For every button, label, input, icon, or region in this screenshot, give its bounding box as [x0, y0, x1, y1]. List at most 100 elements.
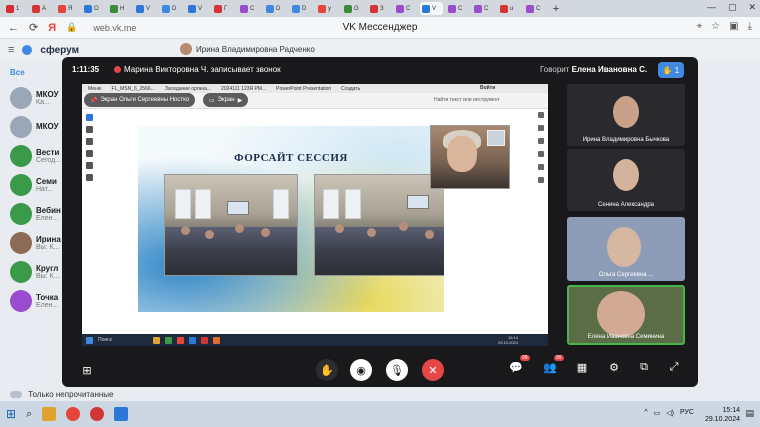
pen-icon[interactable]: [86, 138, 93, 145]
photo-person: [425, 230, 434, 239]
location-icon[interactable]: ⌖: [697, 21, 703, 32]
photo-person: [205, 230, 214, 239]
browser-tab[interactable]: Я: [56, 2, 79, 15]
hand-icon: ✋: [662, 65, 673, 75]
tool-icon[interactable]: [538, 138, 544, 144]
tool-icon[interactable]: [538, 164, 544, 170]
filter-tab-all[interactable]: Все: [0, 61, 70, 83]
cursor-icon[interactable]: [86, 114, 93, 121]
volume-icon[interactable]: ◁): [666, 409, 674, 417]
fullscreen-icon[interactable]: ⤢: [666, 359, 682, 375]
extensions-icon[interactable]: ▣: [729, 21, 738, 32]
maximize-icon[interactable]: ▢: [728, 2, 737, 13]
participant-tile[interactable]: Ирина Владимировна Бычкова: [567, 84, 685, 146]
participant-tile[interactable]: Ольга Сергеевна ...: [567, 217, 685, 281]
browser-tab[interactable]: G: [342, 2, 365, 15]
windows-start-icon[interactable]: ⊞: [6, 407, 16, 421]
tab-label: V: [432, 5, 437, 12]
yandex-app-icon[interactable]: [90, 407, 105, 421]
participants-list-button[interactable]: 👥 99: [542, 355, 564, 375]
browser-tab[interactable]: D: [160, 2, 183, 15]
chat-button[interactable]: 💬 99: [508, 355, 530, 375]
text-icon[interactable]: [86, 162, 93, 169]
download-icon[interactable]: ⤓: [748, 21, 752, 32]
reload-icon[interactable]: ⟳: [29, 21, 38, 34]
chat-list-item[interactable]: Точка Елен...: [0, 286, 70, 315]
yandex-browser-icon[interactable]: [66, 407, 81, 421]
photo-person: [181, 226, 190, 235]
tab-favicon-icon: [214, 4, 222, 13]
bookmark-icon[interactable]: ☆: [711, 21, 720, 32]
chat-list-item[interactable]: МКОУ Ка...: [0, 83, 70, 112]
chevron-up-icon[interactable]: ^: [644, 409, 647, 417]
chat-list-item[interactable]: Вести Сегод...: [0, 141, 70, 170]
participant-tile-speaking[interactable]: Елена Ивановна Семинина: [567, 285, 685, 345]
browser-tab[interactable]: A: [30, 2, 53, 15]
browser-tab[interactable]: D: [290, 2, 313, 15]
toggle-icon[interactable]: [10, 391, 22, 399]
settings-icon[interactable]: ⚙: [606, 359, 622, 375]
participants-button[interactable]: ✋ 1: [658, 62, 684, 78]
browser-tab[interactable]: З: [368, 2, 391, 15]
browser-tab[interactable]: C: [394, 2, 417, 15]
search-icon[interactable]: ⌕: [26, 408, 32, 421]
browser-tab[interactable]: 1: [4, 2, 27, 15]
browser-tab[interactable]: y: [316, 2, 339, 15]
tool-icon[interactable]: [538, 125, 544, 131]
browser-tab[interactable]: u: [498, 2, 521, 15]
browser-tab[interactable]: O: [82, 2, 105, 15]
tab-label: D: [172, 5, 177, 12]
screen-pill[interactable]: ▭ Экран ▶: [203, 93, 249, 107]
browser-tab[interactable]: V: [134, 2, 157, 15]
pdf-login[interactable]: Войти: [480, 85, 495, 91]
zoom-icon[interactable]: [86, 126, 93, 133]
word-icon[interactable]: [114, 407, 129, 421]
pip-icon[interactable]: ⧉: [636, 359, 652, 375]
browser-tab[interactable]: C: [446, 2, 469, 15]
chat-list-item[interactable]: МКОУ: [0, 112, 70, 141]
tool-icon[interactable]: [538, 177, 544, 183]
chat-list-item[interactable]: Семи Нат...: [0, 170, 70, 199]
system-clock[interactable]: 15:14 29.10.2024: [705, 406, 740, 424]
browser-tab[interactable]: C: [472, 2, 495, 15]
chat-list-item-text: Семи Нат...: [36, 177, 57, 193]
lasso-icon[interactable]: [86, 150, 93, 157]
close-window-icon[interactable]: ✕: [748, 2, 756, 13]
language-indicator[interactable]: РУС: [680, 409, 694, 417]
participant-tile[interactable]: Сенина Александра: [567, 149, 685, 211]
chat-list-item[interactable]: Вебин Елен...: [0, 199, 70, 228]
camera-off-button[interactable]: ◉: [350, 359, 372, 381]
notification-icon[interactable]: ▤: [745, 408, 754, 419]
browser-tab[interactable]: V: [420, 2, 443, 15]
file-explorer-icon[interactable]: [42, 407, 57, 421]
windows-taskbar: ⊞ ⌕ ^ ▭ ◁) РУС 15:14 29.10.2024 ▤: [0, 401, 760, 427]
network-icon[interactable]: ▭: [654, 409, 661, 417]
browser-tab[interactable]: Г: [212, 2, 235, 15]
browser-tab[interactable]: H: [108, 2, 131, 15]
chat-list-item[interactable]: Ирина Вы: К...: [0, 228, 70, 257]
browser-tab[interactable]: D: [264, 2, 287, 15]
minimize-icon[interactable]: —: [707, 2, 716, 13]
add-icon[interactable]: ⊞: [80, 363, 94, 377]
unread-filter[interactable]: Только непрочитанные: [10, 390, 113, 399]
browser-tab[interactable]: V: [186, 2, 209, 15]
pdf-search[interactable]: Найти текст или инструмент: [434, 97, 500, 103]
grid-view-icon[interactable]: ▦: [574, 359, 590, 375]
yandex-icon[interactable]: Я: [48, 22, 56, 34]
tool-icon[interactable]: [538, 112, 544, 118]
end-call-button[interactable]: ✕: [422, 359, 444, 381]
open-chat-header[interactable]: Ирина Владимировна Радченко: [180, 43, 315, 55]
clock-time: 15:14: [722, 407, 740, 414]
browser-tab[interactable]: C: [524, 2, 547, 15]
stamp-icon[interactable]: [86, 174, 93, 181]
browser-tab[interactable]: C: [238, 2, 261, 15]
tool-icon[interactable]: [538, 151, 544, 157]
url-text[interactable]: web.vk.me: [93, 23, 136, 33]
tab-favicon-icon: [344, 4, 352, 13]
menu-icon[interactable]: ≡: [8, 44, 14, 56]
chat-list-item[interactable]: Кругл Вы: К...: [0, 257, 70, 286]
mic-off-button[interactable]: 🎙: [386, 359, 408, 381]
raise-hand-button[interactable]: ✋: [316, 359, 338, 381]
new-tab-button[interactable]: +: [550, 3, 562, 15]
back-icon[interactable]: ←: [8, 22, 19, 34]
